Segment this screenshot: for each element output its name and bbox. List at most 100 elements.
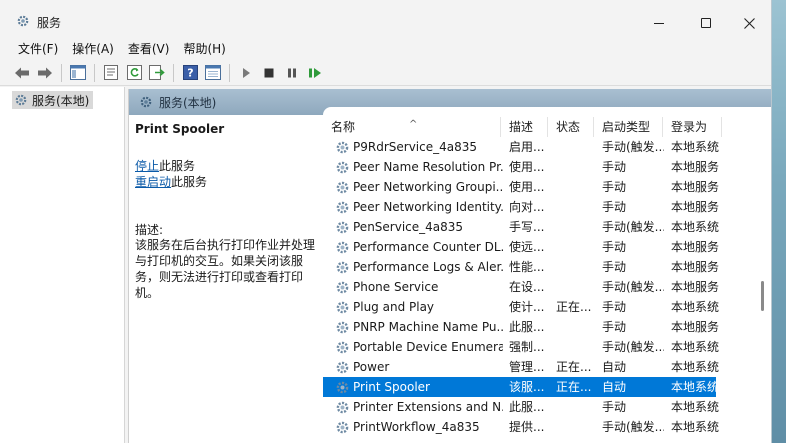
service-gear-icon (335, 400, 350, 415)
service-name: Plug and Play (353, 300, 435, 314)
close-button[interactable] (726, 10, 771, 36)
service-gear-icon (335, 380, 350, 395)
service-status (556, 397, 596, 417)
service-row[interactable]: Performance Logs & Aler... 性能... 手动 本地服务 (323, 257, 719, 277)
service-startup-type: 手动 (602, 300, 627, 314)
service-gear-icon (335, 420, 350, 435)
menu-view[interactable]: 查看(V) (128, 40, 170, 59)
minimize-button[interactable] (636, 10, 682, 36)
export-button[interactable] (147, 63, 167, 83)
list-header: ^ 名称 描述 状态 启动类型 登录为 (323, 107, 771, 137)
column-header-name[interactable]: ^ 名称 (323, 117, 501, 137)
tree-node-services-local[interactable]: 服务(本地) (12, 91, 94, 109)
service-row[interactable]: Print Spooler 该服... 正在... 自动 本地系统 (323, 377, 719, 397)
service-row[interactable]: PenService_4a835 手写... 手动(触发... 本地系统 (323, 217, 719, 237)
title-bar[interactable]: 服务 (0, 0, 771, 40)
gear-icon (15, 94, 27, 106)
service-row[interactable]: Performance Counter DL... 使远... 手动 本地服务 (323, 237, 719, 257)
forward-button[interactable] (35, 63, 55, 83)
services-list: ^ 名称 描述 状态 启动类型 登录为 P9RdrService_4a835 启用… (323, 107, 771, 443)
stop-service-link[interactable]: 停止 (135, 159, 159, 173)
service-status (556, 417, 596, 437)
service-description: 使远... (509, 240, 545, 254)
service-row[interactable]: Peer Networking Identity... 向对... 手动 本地服务 (323, 197, 719, 217)
service-logon-as: 本地系统 (671, 380, 720, 394)
svg-text:?: ? (187, 67, 193, 80)
resume-service-button[interactable] (305, 63, 325, 83)
service-status: 正在... (556, 360, 592, 374)
menu-action[interactable]: 操作(A) (72, 40, 114, 59)
service-row[interactable]: PNRP Machine Name Pu... 此服... 手动 本地服务 (323, 317, 719, 337)
desktop-wallpaper (772, 0, 786, 443)
service-row[interactable]: Power 管理... 正在... 自动 本地系统 (323, 357, 719, 377)
service-status: 正在... (556, 300, 592, 314)
start-service-button[interactable] (236, 63, 256, 83)
service-startup-type: 手动(触发... (602, 420, 664, 434)
service-logon-as: 本地服务 (671, 180, 720, 194)
service-gear-icon (335, 180, 350, 195)
service-startup-type: 手动(触发... (602, 220, 664, 234)
menu-help[interactable]: 帮助(H) (183, 40, 225, 59)
service-gear-icon (335, 140, 350, 155)
service-status (556, 237, 596, 257)
stop-service-line: 停止此服务 (135, 157, 195, 174)
service-startup-type: 手动 (602, 160, 627, 174)
services-window: 服务 文件(F) 操作(A) 查看(V) 帮助(H) ? 服务(本地) 服务(本… (0, 0, 772, 443)
service-logon-as: 本地系统 (671, 400, 720, 414)
service-name: Peer Name Resolution Pr... (353, 160, 503, 174)
service-name: PenService_4a835 (353, 220, 464, 234)
selected-service-title: Print Spooler (135, 122, 225, 136)
restart-service-link[interactable]: 重启动 (135, 175, 171, 189)
service-row[interactable]: P9RdrService_4a835 启用... 手动(触发... 本地系统 (323, 137, 719, 157)
console-tree: 服务(本地) (0, 87, 125, 443)
play-icon (243, 67, 250, 78)
description-text: 该服务在后台执行打印作业并处理与打印机的交互。如果关闭该服务，则无法进行打印或查… (135, 238, 316, 300)
service-description-pane: Print Spooler 停止此服务 重启动此服务 描述: 该服务在后台执行打… (129, 115, 325, 443)
service-startup-type: 手动 (602, 200, 627, 214)
service-description: 手写... (509, 220, 545, 234)
service-row[interactable]: Phone Service 在设... 手动(触发... 本地服务 (323, 277, 719, 297)
gear-icon (140, 96, 152, 108)
column-header-label: 启动类型 (602, 120, 651, 134)
service-startup-type: 手动 (602, 260, 627, 274)
panel-header-title: 服务(本地) (159, 95, 217, 110)
service-name: Peer Networking Groupi... (353, 180, 503, 194)
service-row[interactable]: Peer Networking Groupi... 使用... 手动 本地服务 (323, 177, 719, 197)
service-gear-icon (335, 200, 350, 215)
service-row[interactable]: Portable Device Enumera... 强制... 手动(触发... 本… (323, 337, 719, 357)
service-row[interactable]: Peer Name Resolution Pr... 使用... 手动 本地服务 (323, 157, 719, 177)
service-gear-icon (335, 360, 350, 375)
scrollbar-thumb[interactable] (761, 281, 764, 311)
column-header-status[interactable]: 状态 (548, 117, 594, 137)
view-button[interactable] (203, 63, 223, 83)
column-header-label: 状态 (556, 120, 581, 134)
service-description: 使用... (509, 160, 545, 174)
column-header-logon-as[interactable]: 登录为 (663, 117, 722, 137)
service-name: Performance Counter DL... (353, 240, 503, 254)
service-gear-icon (335, 240, 350, 255)
column-header-description[interactable]: 描述 (501, 117, 548, 137)
service-description: 在设... (509, 280, 545, 294)
service-row[interactable]: Plug and Play 使计... 正在... 手动 本地系统 (323, 297, 719, 317)
refresh-button[interactable] (124, 63, 144, 83)
export-icon (149, 65, 165, 80)
service-name: Performance Logs & Aler... (353, 260, 503, 274)
restart-service-line: 重启动此服务 (135, 173, 207, 190)
service-row[interactable]: Printer Extensions and N... 此服... 手动 本地系统 (323, 397, 719, 417)
column-header-startup-type[interactable]: 启动类型 (594, 117, 663, 137)
maximize-button[interactable] (683, 10, 729, 36)
vertical-scrollbar[interactable] (759, 137, 765, 443)
pause-service-button[interactable] (282, 63, 302, 83)
service-startup-type: 手动(触发... (602, 340, 664, 354)
service-description: 强制... (509, 340, 545, 354)
service-name: Portable Device Enumera... (353, 340, 503, 354)
stop-service-button[interactable] (259, 63, 279, 83)
service-row[interactable]: PrintWorkflow_4a835 提供... 手动(触发... 本地系统 (323, 417, 719, 437)
console-tree-button[interactable] (68, 63, 88, 83)
properties-button[interactable] (101, 63, 121, 83)
maximize-icon (701, 18, 711, 28)
menu-file[interactable]: 文件(F) (18, 40, 58, 59)
service-logon-as: 本地系统 (671, 360, 720, 374)
back-button[interactable] (12, 63, 32, 83)
help-button[interactable]: ? (180, 63, 200, 83)
